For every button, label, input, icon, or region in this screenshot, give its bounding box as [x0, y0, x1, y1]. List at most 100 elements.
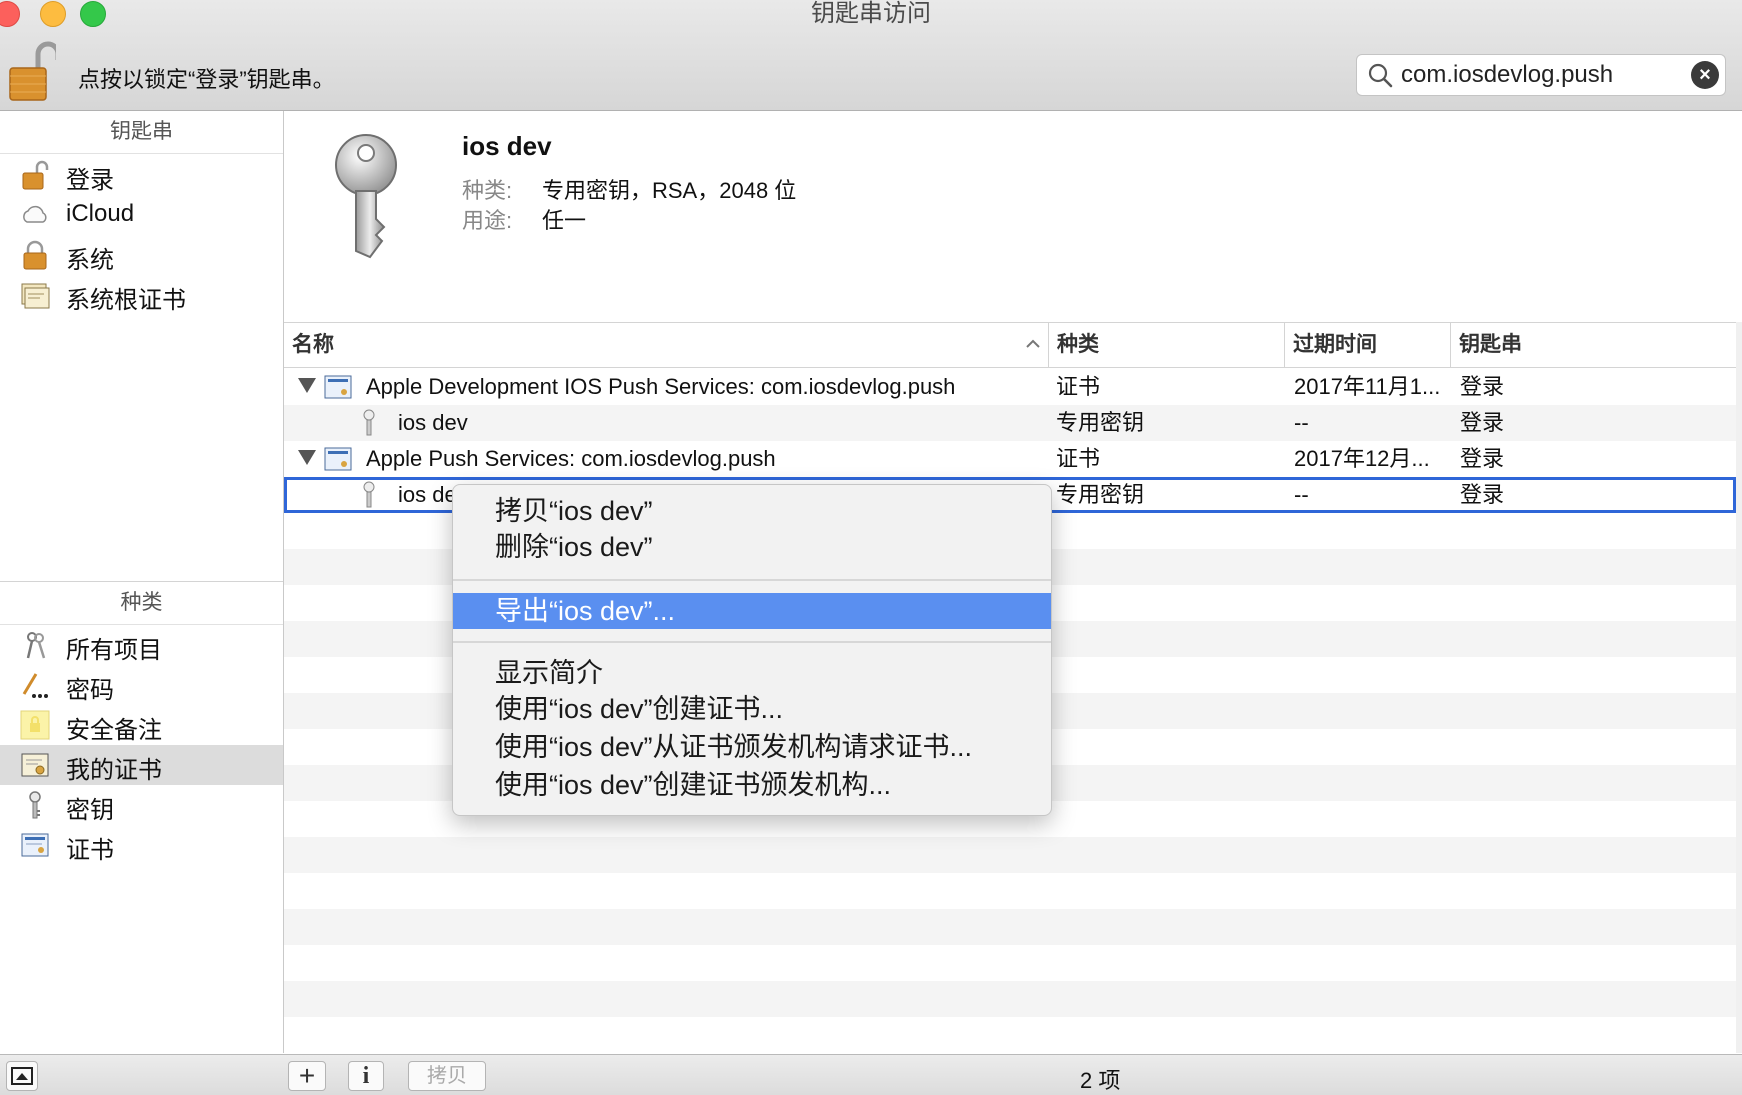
- info-button[interactable]: i: [348, 1061, 384, 1091]
- row-keychain: 登录: [1460, 410, 1505, 435]
- row-kind: 证书: [1056, 446, 1101, 471]
- sidebar-item-label: 系统根证书: [66, 287, 186, 314]
- cloud-icon: [20, 200, 50, 230]
- sidebar-item-label: 我的证书: [66, 757, 162, 784]
- unlocked-lock-icon: [20, 160, 50, 190]
- category-header: 种类: [0, 581, 283, 625]
- empty-row: [284, 837, 1736, 873]
- sidebar-item-system-roots[interactable]: 系统根证书: [0, 275, 283, 315]
- menu-separator: [453, 641, 1051, 643]
- column-header-keychain[interactable]: 钥匙串: [1450, 323, 1736, 367]
- sidebar-toggle-icon: [11, 1067, 33, 1085]
- menu-item-get-info[interactable]: 显示简介: [453, 655, 1051, 691]
- menu-item-export[interactable]: 导出“ios dev”...: [453, 593, 1051, 629]
- row-name: Apple Push Services: com.iosdevlog.push: [366, 446, 776, 471]
- key-icon: [20, 790, 50, 820]
- search-icon: [1367, 62, 1393, 88]
- row-expires: 2017年12月...: [1294, 446, 1430, 471]
- sidebar-item-system[interactable]: 系统: [0, 235, 283, 275]
- row-name: Apple Development IOS Push Services: com…: [366, 374, 956, 399]
- key-icon: [360, 408, 378, 438]
- sidebar-item-my-certificates[interactable]: 我的证书: [0, 745, 283, 785]
- row-expires: --: [1294, 482, 1309, 507]
- certificate-icon: [324, 374, 352, 400]
- sidebar-item-label: 证书: [66, 837, 114, 864]
- row-keychain: 登录: [1460, 482, 1505, 507]
- column-header-name[interactable]: 名称: [284, 323, 1046, 367]
- item-count: 2 项: [1080, 1068, 1121, 1093]
- search-field[interactable]: ×: [1356, 54, 1726, 96]
- empty-row: [284, 909, 1736, 945]
- certificate-folder-icon: [20, 280, 50, 310]
- menu-item-delete[interactable]: 删除“ios dev”: [453, 529, 1051, 565]
- copy-button[interactable]: 拷贝: [408, 1061, 486, 1091]
- password-icon: [20, 670, 50, 700]
- sidebar-item-label: 所有项目: [66, 637, 162, 664]
- unlocked-padlock-icon[interactable]: [8, 40, 61, 102]
- sidebar-item-label: 系统: [66, 247, 114, 274]
- row-name: ios dev: [398, 410, 468, 435]
- all-items-icon: [20, 630, 50, 660]
- menu-item-create-certificate[interactable]: 使用“ios dev”创建证书...: [453, 691, 1051, 727]
- certificate-icon: [20, 830, 50, 860]
- sidebar-item-label: 密码: [66, 677, 114, 704]
- sidebar-item-secure-notes[interactable]: 安全备注: [0, 705, 283, 745]
- bottom-bar: + i 拷贝 2 项: [0, 1054, 1742, 1095]
- sidebar-item-label: 登录: [66, 167, 114, 194]
- sidebar-item-label: 安全备注: [66, 717, 162, 744]
- sidebar-item-icloud[interactable]: iCloud: [0, 195, 283, 235]
- column-header-expires[interactable]: 过期时间: [1284, 323, 1450, 367]
- lock-keychain-hint[interactable]: 点按以锁定“登录”钥匙串。: [78, 62, 335, 94]
- row-expires: --: [1294, 410, 1309, 435]
- sidebar-item-all-items[interactable]: 所有项目: [0, 625, 283, 665]
- sidebar-item-login[interactable]: 登录: [0, 155, 283, 195]
- add-item-button[interactable]: +: [288, 1061, 326, 1091]
- sidebar-item-keys[interactable]: 密钥: [0, 785, 283, 825]
- table-row[interactable]: Apple Development IOS Push Services: com…: [284, 369, 1736, 405]
- search-input[interactable]: [1401, 60, 1671, 90]
- sidebar: 钥匙串 登录 iCloud 系统 系统根证书 种类 所有项目 密码 安全备注 我…: [0, 111, 284, 1053]
- lock-icon: [20, 240, 50, 270]
- row-keychain: 登录: [1460, 446, 1505, 471]
- secure-note-icon: [20, 710, 50, 740]
- table-row[interactable]: Apple Push Services: com.iosdevlog.push …: [284, 441, 1736, 477]
- kind-label: 种类:: [462, 178, 513, 203]
- usage-value: 任一: [542, 208, 587, 233]
- vertical-scrollbar[interactable]: [1736, 322, 1742, 1053]
- title-bar: 钥匙串访问 点按以锁定“登录”钥匙串。 ×: [0, 0, 1742, 111]
- row-expires: 2017年11月1...: [1294, 374, 1441, 399]
- item-usage-row: 用途: 任一: [462, 203, 586, 235]
- table-header: 名称 种类 过期时间 钥匙串: [284, 323, 1736, 368]
- item-kind-row: 种类: 专用密钥，RSA，2048 位: [462, 173, 796, 205]
- usage-label: 用途:: [462, 208, 513, 233]
- column-header-kind[interactable]: 种类: [1048, 323, 1284, 367]
- disclosure-expanded-icon[interactable]: [298, 378, 316, 393]
- key-icon: [330, 133, 402, 265]
- row-kind: 专用密钥: [1056, 410, 1145, 435]
- row-kind: 证书: [1056, 374, 1101, 399]
- sidebar-item-label: iCloud: [66, 200, 135, 227]
- context-menu: 拷贝“ios dev” 删除“ios dev” 导出“ios dev”... 显…: [452, 484, 1052, 816]
- menu-item-request-certificate[interactable]: 使用“ios dev”从证书颁发机构请求证书...: [453, 729, 1051, 765]
- table-row[interactable]: ios dev 专用密钥 -- 登录: [284, 405, 1736, 441]
- disclosure-expanded-icon[interactable]: [298, 450, 316, 465]
- keychains-header: 钥匙串: [0, 111, 283, 154]
- menu-separator: [453, 579, 1051, 581]
- row-keychain: 登录: [1460, 374, 1505, 399]
- menu-item-create-certificate-authority[interactable]: 使用“ios dev”创建证书颁发机构...: [453, 767, 1051, 803]
- sidebar-item-certificates[interactable]: 证书: [0, 825, 283, 865]
- key-icon: [360, 480, 378, 510]
- menu-item-copy[interactable]: 拷贝“ios dev”: [453, 493, 1051, 529]
- toggle-sidebar-button[interactable]: [6, 1061, 38, 1091]
- sidebar-item-label: 密钥: [66, 797, 114, 824]
- sort-ascending-icon[interactable]: [1024, 335, 1042, 353]
- my-certificate-icon: [20, 750, 50, 780]
- clear-search-icon[interactable]: ×: [1691, 61, 1719, 89]
- window-title: 钥匙串访问: [811, 0, 931, 27]
- sidebar-item-passwords[interactable]: 密码: [0, 665, 283, 705]
- row-kind: 专用密钥: [1056, 482, 1145, 507]
- item-detail-panel: ios dev 种类: 专用密钥，RSA，2048 位 用途: 任一: [284, 111, 1742, 321]
- item-name: ios dev: [462, 131, 552, 161]
- kind-value: 专用密钥，RSA，2048 位: [542, 178, 797, 203]
- certificate-icon: [324, 446, 352, 472]
